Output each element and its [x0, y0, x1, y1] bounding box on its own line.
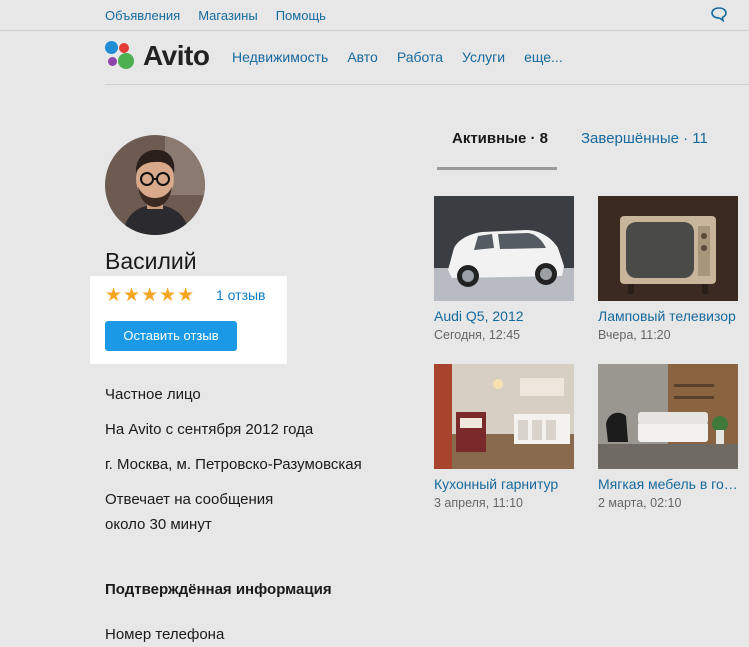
nav-item-services[interactable]: Услуги: [462, 49, 505, 65]
category-nav: Недвижимость Авто Работа Услуги еще...: [232, 49, 563, 65]
response-time-value: около 30 минут: [105, 516, 212, 533]
avatar: [105, 135, 205, 235]
top-link-help[interactable]: Помощь: [276, 8, 326, 23]
rating-block: ★★★★★ 1 отзыв Оставить отзыв: [91, 277, 286, 363]
listing-date: Вчера, 11:20: [598, 328, 671, 342]
nav-item-jobs[interactable]: Работа: [397, 49, 443, 65]
retro-tv-photo: [598, 196, 738, 301]
location: г. Москва, м. Петровско-Разумовская: [105, 456, 362, 473]
verified-info-title: Подтверждённая информация: [105, 581, 332, 598]
listing-date: Сегодня, 12:45: [434, 328, 521, 342]
listing-title[interactable]: Кухонный гарнитур: [434, 476, 574, 492]
profile-name: Василий: [105, 248, 197, 274]
top-bar: Объявления Магазины Помощь: [0, 0, 749, 31]
tab-finished[interactable]: Завершённые · 11: [581, 130, 708, 147]
top-link-shops[interactable]: Магазины: [198, 8, 258, 23]
leave-review-button[interactable]: Оставить отзыв: [105, 321, 237, 351]
top-link-ads[interactable]: Объявления: [105, 8, 180, 23]
listing-date: 2 марта, 02:10: [598, 496, 682, 510]
seller-type: Частное лицо: [105, 386, 201, 403]
nav-item-real-estate[interactable]: Недвижимость: [232, 49, 328, 65]
listing-card[interactable]: Audi Q5, 2012 Сегодня, 12:45: [434, 196, 574, 342]
top-links: Объявления Магазины Помощь: [105, 8, 326, 23]
active-tab-indicator: [437, 167, 557, 170]
white-suv-photo: [434, 196, 574, 301]
listing-tabs: Активные · 8 Завершённые · 11: [437, 130, 749, 170]
member-since: На Avito с сентября 2012 года: [105, 421, 314, 438]
avito-logo[interactable]: Avito: [105, 40, 210, 72]
listing-card[interactable]: Ламповый телевизор Вчера, 11:20: [598, 196, 738, 342]
tab-active[interactable]: Активные · 8: [452, 130, 548, 147]
response-time-label: Отвечает на сообщения: [105, 491, 274, 508]
verified-phone: Номер телефона: [105, 626, 225, 643]
logo-dots-icon: [105, 41, 137, 71]
kitchen-photo: [434, 364, 574, 469]
listing-title[interactable]: Ламповый телевизор: [598, 308, 738, 324]
listing-card[interactable]: Мягкая мебель в гостиную 2 марта, 02:10: [598, 364, 738, 510]
logo-text: Avito: [143, 40, 210, 71]
nav-item-auto[interactable]: Авто: [347, 49, 378, 65]
main-header: Avito Недвижимость Авто Работа Услуги ещ…: [105, 30, 749, 85]
chat-bubble-icon[interactable]: [710, 6, 728, 22]
nav-item-more[interactable]: еще...: [524, 49, 563, 65]
listing-title[interactable]: Мягкая мебель в гостиную: [598, 476, 738, 492]
listing-date: 3 апреля, 11:10: [434, 496, 523, 510]
reviews-link[interactable]: 1 отзыв: [216, 287, 266, 303]
living-room-photo: [598, 364, 738, 469]
listing-card[interactable]: Кухонный гарнитур 3 апреля, 11:10: [434, 364, 574, 510]
rating-stars-icon: ★★★★★: [105, 285, 196, 306]
listing-title[interactable]: Audi Q5, 2012: [434, 308, 574, 324]
